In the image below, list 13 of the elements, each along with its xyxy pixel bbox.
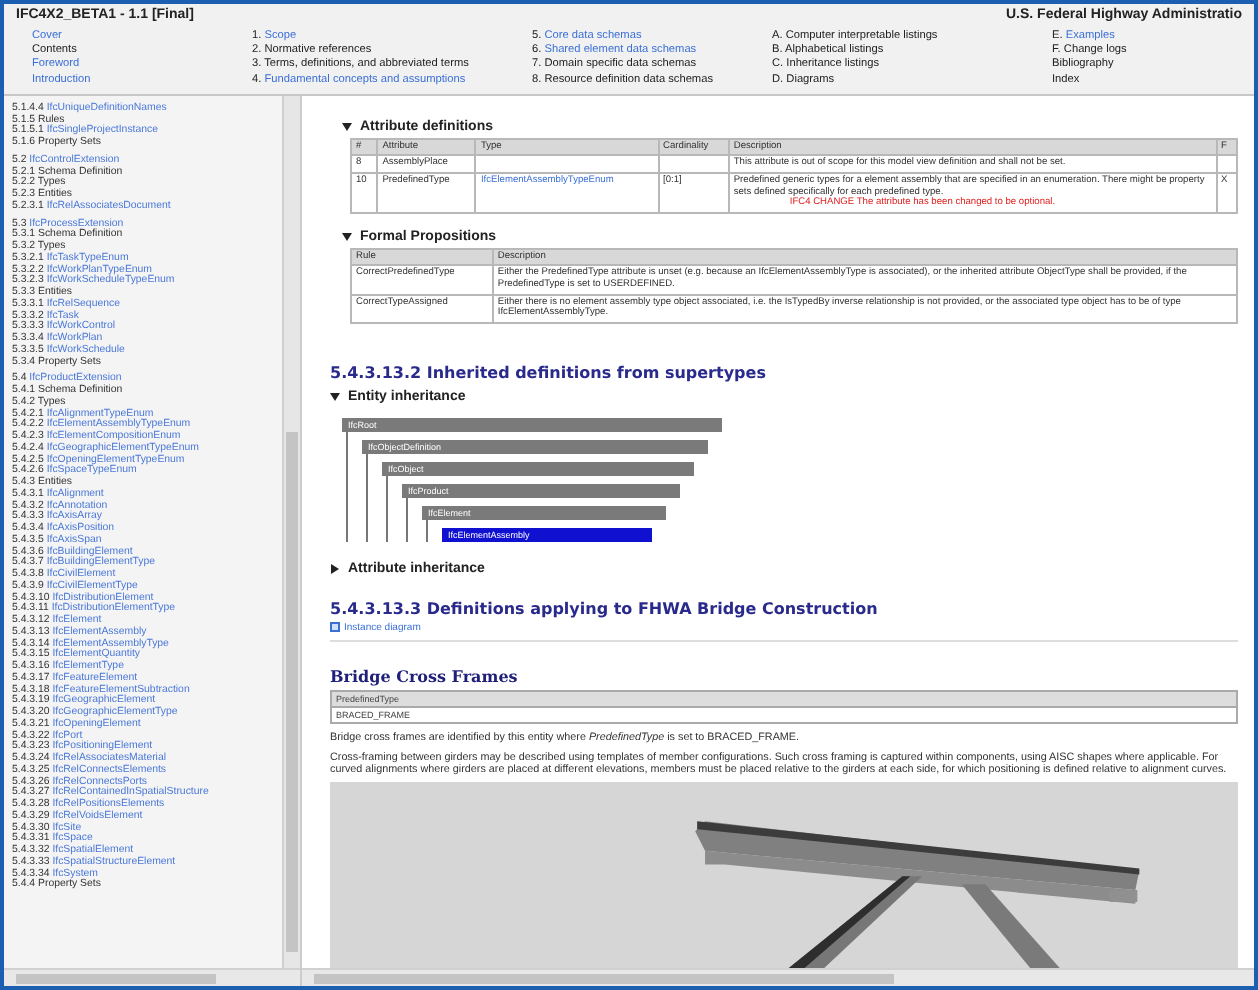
table-cell [658,155,729,173]
section-heading: 5.4.3.13.3 Definitions applying to FHWA Bridge Construction [330,599,880,618]
expanded-triangle-icon[interactable] [330,391,340,402]
collapsed-triangle-icon[interactable] [330,563,340,574]
horizontal-scrollbar[interactable] [4,968,300,986]
expanded-triangle-icon[interactable] [342,231,352,242]
horizontal-scrollbar[interactable] [302,968,1254,986]
vertical-scrollbar[interactable] [282,95,300,968]
expanded-triangle-icon[interactable] [342,121,352,132]
section-heading: 5.4.3.13.2 Inherited definitions from supertypes [330,363,768,382]
concept-title: Bridge Cross Frames [330,665,520,686]
diagram-icon [330,622,340,633]
table-cell [1216,155,1237,173]
